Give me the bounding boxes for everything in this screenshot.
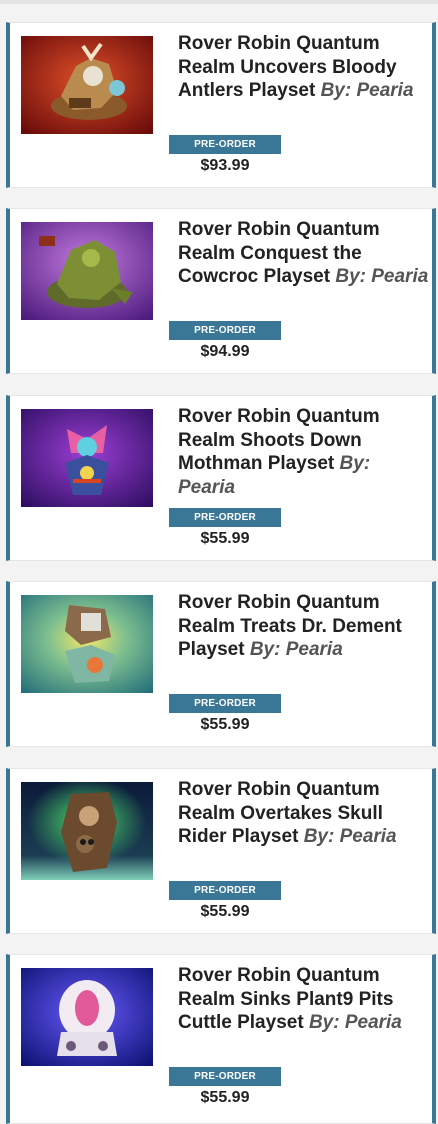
product-title[interactable]: Rover Robin Quantum Realm Shoots Down Mo… (178, 405, 430, 499)
product-card[interactable]: Rover Robin Quantum Realm Shoots Down Mo… (6, 395, 436, 561)
product-card[interactable]: Rover Robin Quantum Realm Conquest the C… (6, 208, 436, 374)
product-title[interactable]: Rover Robin Quantum Realm Conquest the C… (178, 218, 430, 289)
pre-order-button[interactable]: PRE-ORDER (169, 1067, 281, 1086)
toy-playset-image (21, 222, 153, 320)
toy-playset-image (21, 968, 153, 1066)
product-price: $55.99 (200, 903, 250, 920)
product-title[interactable]: Rover Robin Quantum Realm Sinks Plant9 P… (178, 964, 430, 1035)
product-title[interactable]: Rover Robin Quantum Realm Overtakes Skul… (178, 778, 430, 849)
toy-playset-image (21, 409, 153, 507)
product-title[interactable]: Rover Robin Quantum Realm Treats Dr. Dem… (178, 591, 430, 662)
product-image[interactable] (21, 782, 153, 880)
pre-order-button[interactable]: PRE-ORDER (169, 135, 281, 154)
product-card[interactable]: Rover Robin Quantum Realm Sinks Plant9 P… (6, 954, 436, 1124)
pre-order-button[interactable]: PRE-ORDER (169, 508, 281, 527)
product-brand: By: Pearia (308, 1012, 402, 1033)
product-card[interactable]: Rover Robin Quantum Realm Treats Dr. Dem… (6, 581, 436, 747)
toy-playset-image (21, 595, 153, 693)
product-price: $55.99 (200, 1089, 250, 1106)
product-price: $55.99 (200, 716, 250, 733)
product-image[interactable] (21, 595, 153, 693)
pre-order-button[interactable]: PRE-ORDER (169, 694, 281, 713)
toy-playset-image (21, 36, 153, 134)
product-price: $55.99 (200, 530, 250, 547)
product-price: $94.99 (200, 343, 250, 360)
product-brand: By: Pearia (320, 80, 414, 101)
product-image[interactable] (21, 36, 153, 134)
product-price: $93.99 (200, 157, 250, 174)
product-image[interactable] (21, 409, 153, 507)
pre-order-button[interactable]: PRE-ORDER (169, 881, 281, 900)
product-brand: By: Pearia (303, 826, 397, 847)
product-brand: By: Pearia (249, 639, 343, 660)
toy-playset-image (21, 782, 153, 880)
top-divider (0, 0, 438, 4)
product-card[interactable]: Rover Robin Quantum Realm Overtakes Skul… (6, 768, 436, 934)
product-card[interactable]: Rover Robin Quantum Realm Uncovers Blood… (6, 22, 436, 188)
product-image[interactable] (21, 968, 153, 1066)
product-image[interactable] (21, 222, 153, 320)
product-brand: By: Pearia (335, 266, 429, 287)
pre-order-button[interactable]: PRE-ORDER (169, 321, 281, 340)
product-title[interactable]: Rover Robin Quantum Realm Uncovers Blood… (178, 32, 430, 103)
